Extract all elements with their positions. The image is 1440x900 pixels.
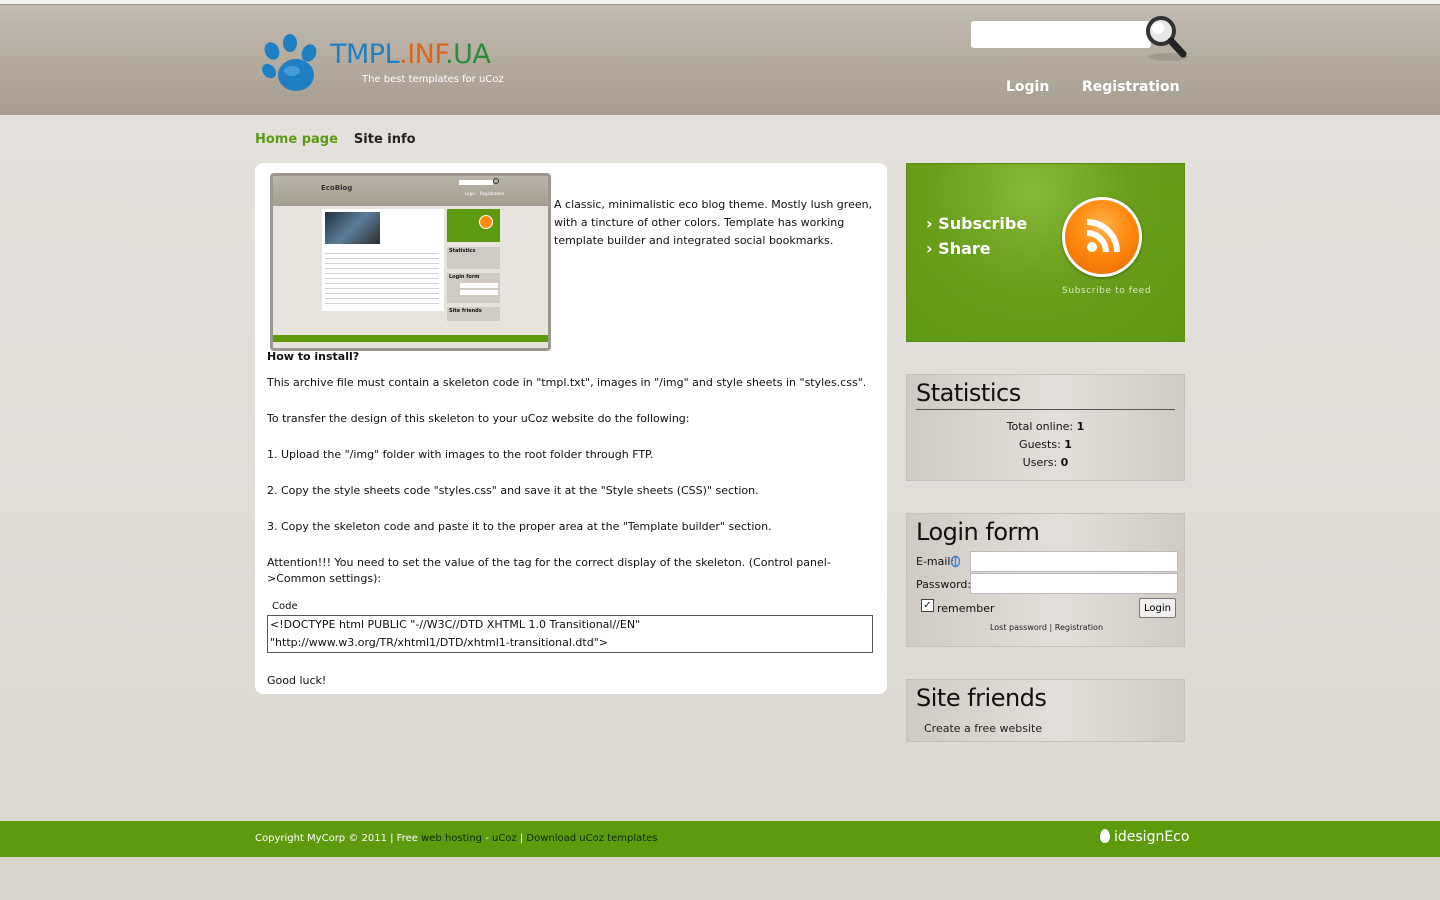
subscribe-panel: › Subscribe › Share Subscribe to feed [906,163,1185,342]
logo-text: TMPL.INF.UA [330,39,491,70]
search-input[interactable] [971,21,1151,48]
code-block[interactable]: <!DOCTYPE html PUBLIC "-//W3C//DTD XHTML… [267,615,873,653]
search-button[interactable] [1140,13,1190,63]
paw-icon [262,34,317,91]
preview-text-lines [325,249,439,307]
password-field[interactable] [970,573,1178,594]
statistics-list: Total online: 1 Guests: 1 Users: 0 [907,418,1184,472]
preview-site-friends: Site friends [447,307,500,321]
template-preview-image: EcoBlog Login Registration Statistics Lo… [270,173,551,351]
registration-link[interactable]: Registration [1055,623,1103,632]
stat-guests: Guests: 1 [1019,438,1072,451]
main-content: EcoBlog Login Registration Statistics Lo… [255,163,887,694]
instruction-paragraph: This archive file must contain a skeleto… [267,376,867,389]
email-field[interactable] [970,551,1178,572]
footer-download-link[interactable]: Download uCoz templates [526,833,657,844]
closing-text: Good luck! [267,674,327,687]
preview-login-form-title: Login form [449,274,480,280]
login-form-title: Login form [916,518,1040,546]
footer-brand: idesignEco [1100,829,1189,845]
preview-site-friends-title: Site friends [449,308,482,314]
lost-password-link[interactable]: Lost password [990,623,1047,632]
preview-login: Login [465,191,476,196]
instruction-paragraph: 2. Copy the style sheets code "styles.cs… [267,484,759,497]
login-form-box: Login form E-mail: Password: ✓ remember … [906,513,1185,647]
template-description: A classic, minimalistic eco blog theme. … [554,198,873,247]
remember-checkbox[interactable]: ✓ [921,599,934,612]
preview-statistics: Statistics [447,247,500,269]
stat-users: Users: 0 [1022,456,1069,469]
preview-statistics-title: Statistics [449,248,476,254]
create-website-link[interactable]: Create a free website [924,722,1184,735]
preview-subscribe [447,209,500,242]
stat-total-online: Total online: 1 [1006,420,1085,433]
nav-login-link[interactable]: Login [1006,79,1049,95]
breadcrumb-current: Site info [353,132,416,147]
code-label: Code [272,601,298,612]
share-link[interactable]: › Share [926,239,991,258]
preview-login-form: Login form [447,273,500,303]
subscribe-feed-link[interactable]: Subscribe to feed [1062,286,1151,296]
logo-tagline: The best templates for uCoz [362,74,504,85]
preview-rss-icon [479,215,493,229]
preview-email-field [460,283,498,288]
instruction-paragraph: Attention!!! You need to set the value o… [267,556,831,585]
site-friends-title: Site friends [916,684,1047,712]
site-header: TMPL.INF.UA The best templates for uCoz … [0,4,1440,115]
login-form-links: Lost password | Registration [989,623,1104,632]
site-friends-box: Site friends Create a free website [906,679,1185,742]
instruction-paragraph: 3. Copy the skeleton code and paste it t… [267,520,772,533]
statistics-box: Statistics Total online: 1 Guests: 1 Use… [906,374,1185,481]
site-footer: Copyright MyCorp © 2011 | Free web hosti… [0,821,1440,857]
login-button[interactable]: Login [1139,598,1176,618]
install-heading: How to install? [267,350,360,363]
instruction-paragraph: To transfer the design of this skeleton … [267,412,690,425]
email-label: E-mail: [916,555,955,568]
instruction-paragraph: 1. Upload the "/img" folder with images … [267,448,654,461]
preview-magnifier-icon [493,178,499,184]
preview-thumbnail [325,212,380,244]
statistics-title: Statistics [916,379,1175,410]
breadcrumb: Home page Site info [255,132,416,147]
preview-header: EcoBlog Login Registration [273,176,548,206]
preview-title: EcoBlog [321,184,353,192]
nav-registration-link[interactable]: Registration [1082,79,1180,95]
subscribe-link[interactable]: › Subscribe [926,214,1027,233]
breadcrumb-home-link[interactable]: Home page [255,132,338,147]
preview-registration: Registration [480,191,505,196]
rss-icon [1086,219,1120,253]
openid-icon[interactable] [950,555,961,568]
password-label: Password: [916,578,972,591]
leaf-icon [1100,829,1110,843]
install-instructions: How to install? This archive file must c… [267,350,875,709]
rss-button[interactable] [1062,197,1142,277]
magnifier-icon [1146,16,1188,61]
footer-copyright: Copyright MyCorp © 2011 | Free web hosti… [255,833,658,844]
footer-ucoz-link[interactable]: uCoz [492,833,517,844]
preview-password-field [460,290,498,295]
preview-footer [273,335,548,342]
page-bottom [0,857,1440,900]
preview-content [322,209,444,311]
footer-hosting-link[interactable]: web hosting [421,833,482,844]
remember-label: remember [937,602,995,615]
preview-search [459,180,493,185]
site-logo[interactable]: TMPL.INF.UA The best templates for uCoz [260,29,530,99]
